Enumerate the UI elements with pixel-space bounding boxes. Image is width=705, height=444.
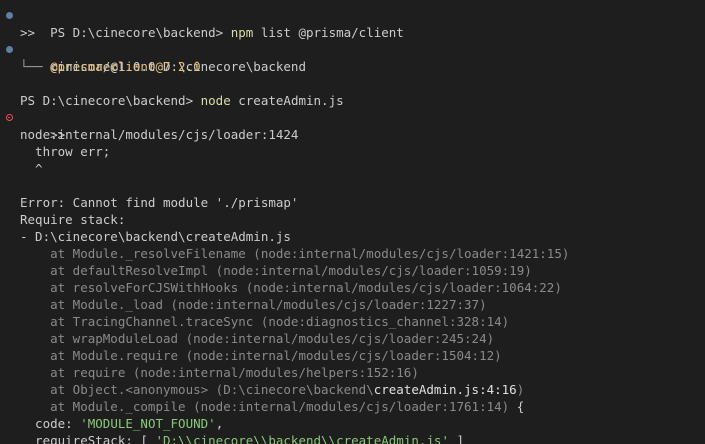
continuation-text: >> (20, 25, 36, 40)
stack-frame: at require (node:internal/modules/helper… (0, 364, 705, 381)
error-code-value: 'MODULE_NOT_FOUND' (80, 416, 216, 431)
stack-frame-text: at Module._resolveFilename (node:interna… (20, 246, 570, 261)
stack-frame-text: at resolveForCJSWithHooks (node:internal… (20, 280, 562, 295)
tree-branch-icon: └── (20, 59, 51, 74)
stack-frame: at TracingChannel.traceSync (node:diagno… (0, 313, 705, 330)
require-stack-line: requireStack: [ 'D:\\cinecore\\backend\\… (0, 432, 705, 444)
command-success-marker-icon[interactable] (6, 12, 13, 19)
error-message: Error: Cannot find module './prismap' (20, 195, 299, 210)
stack-frame: at resolveForCJSWithHooks (node:internal… (0, 279, 705, 296)
error-loader-line: node:internal/modules/cjs/loader:1424 (0, 126, 705, 143)
continuation-line: >> (0, 109, 705, 142)
property-key: requireStack: [ (20, 433, 156, 444)
stack-frame-text: at wrapModuleLoad (node:internal/modules… (20, 331, 495, 346)
error-caret-line: ^ (0, 160, 705, 177)
error-throw-line: throw err; (0, 143, 705, 160)
stack-frame: at Module._resolveFilename (node:interna… (0, 245, 705, 262)
output-line-package-root: cinecore@1.0.0 D:\cinecore\backend (0, 41, 705, 74)
continuation-line: >> (0, 24, 705, 41)
stack-frame-text: at Module._compile (node:internal/module… (20, 399, 517, 414)
stack-frame-text: at Object.<anonymous> ( (20, 382, 224, 397)
error-message-line: Error: Cannot find module './prismap' (0, 194, 705, 211)
error-code-line: code: 'MODULE_NOT_FOUND', (0, 415, 705, 432)
error-text: ^ (20, 161, 43, 176)
stack-frame-text: at TracingChannel.traceSync (node:diagno… (20, 314, 510, 329)
command-success-marker-icon[interactable] (6, 46, 13, 53)
command-args: createAdmin.js (230, 93, 344, 108)
stack-frame: at wrapModuleLoad (node:internal/modules… (0, 330, 705, 347)
stack-frame-file-link[interactable]: createAdmin.js:4:16 (374, 382, 517, 397)
output-line-dependency: └── @prisma/client@7.2.0 (0, 58, 705, 75)
require-stack-value: 'D:\\cinecore\\backend\\createAdmin.js' (155, 433, 449, 444)
property-key: code: (20, 416, 81, 431)
brace-text: { (516, 399, 525, 414)
error-text: - D:\cinecore\backend\createAdmin.js (20, 229, 291, 244)
stack-frame-text: at Module._load (node:internal/modules/c… (20, 297, 487, 312)
stack-frame: at Module.require (node:internal/modules… (0, 347, 705, 364)
stack-frame: at Module._compile (node:internal/module… (0, 398, 705, 415)
prompt-line-1: PS D:\cinecore\backend> npm list @prisma… (0, 7, 705, 40)
error-text: node:internal/modules/cjs/loader:1424 (20, 127, 299, 142)
prompt-line-2: PS D:\cinecore\backend> node createAdmin… (0, 92, 705, 109)
stack-frame-user: at Object.<anonymous> (D:\cinecore\backe… (0, 381, 705, 398)
require-stack-header: Require stack: (0, 211, 705, 228)
command-name: node (200, 93, 231, 108)
prompt-text: PS D:\cinecore\backend> (20, 93, 201, 108)
stack-frame-text: at Module.require (node:internal/modules… (20, 348, 502, 363)
command-error-marker-icon[interactable] (6, 114, 13, 121)
stack-frame-text: at require (node:internal/modules/helper… (20, 365, 419, 380)
stack-frame: at defaultResolveImpl (node:internal/mod… (0, 262, 705, 279)
package-name: @prisma/client@7.2.0 (50, 59, 201, 74)
require-stack-file: - D:\cinecore\backend\createAdmin.js (0, 228, 705, 245)
stack-frame-text: at defaultResolveImpl (node:internal/mod… (20, 263, 532, 278)
punctuation: , (215, 416, 224, 431)
error-text: Require stack: (20, 212, 126, 227)
stack-frame-path: D:\cinecore\backend\ (223, 382, 374, 397)
punctuation: ] (448, 433, 465, 444)
stack-frame-text: ) (516, 382, 525, 397)
stack-frame: at Module._load (node:internal/modules/c… (0, 296, 705, 313)
error-text: throw err; (20, 144, 111, 159)
terminal-output[interactable]: PS D:\cinecore\backend> npm list @prisma… (0, 0, 705, 444)
